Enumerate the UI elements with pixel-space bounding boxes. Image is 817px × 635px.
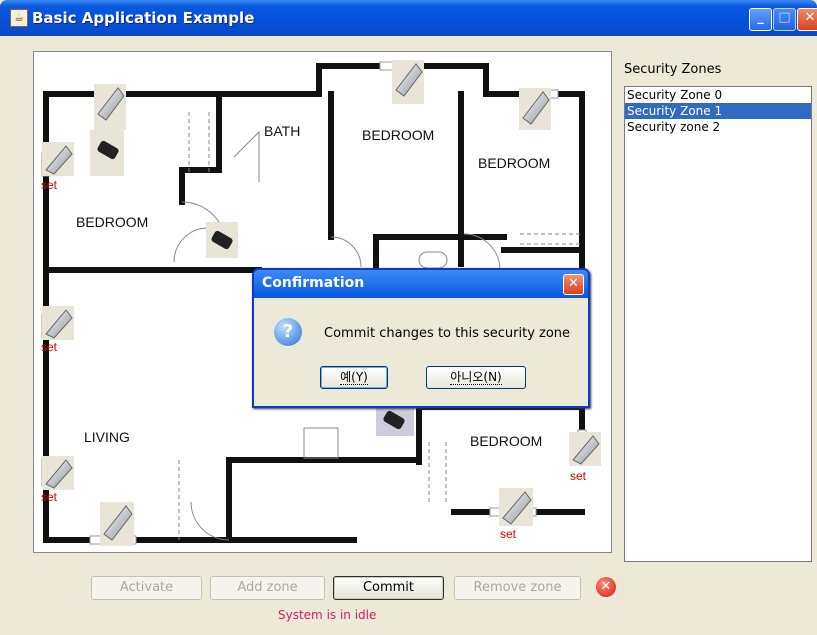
- minimize-icon: _: [757, 10, 764, 25]
- sensor-set-label: set: [41, 490, 58, 504]
- room-label-bedroom-3: BEDROOM: [76, 214, 148, 230]
- commit-button[interactable]: Commit: [333, 576, 444, 600]
- window-title: Basic Application Example: [32, 9, 255, 27]
- zone-item-2[interactable]: Security zone 2: [625, 119, 811, 135]
- yes-button[interactable]: 예(Y): [320, 366, 388, 389]
- close-window-button[interactable]: ✕: [797, 8, 817, 31]
- room-label-living: LIVING: [84, 429, 130, 445]
- status-text: System is in idle: [278, 608, 377, 622]
- dialog-message: Commit changes to this security zone: [324, 326, 571, 341]
- zone-item-1[interactable]: Security Zone 1: [625, 103, 811, 119]
- close-icon: ✕: [568, 276, 579, 291]
- security-zones-list[interactable]: Security Zone 0 Security Zone 1 Security…: [624, 86, 812, 562]
- add-zone-button[interactable]: Add zone: [210, 576, 325, 600]
- sensor-set-label: set: [570, 469, 587, 483]
- room-label-bath: BATH: [264, 123, 300, 139]
- dialog-titlebar: Confirmation ✕: [254, 270, 588, 298]
- dialog-close-button[interactable]: ✕: [563, 274, 584, 295]
- zone-item-0[interactable]: Security Zone 0: [625, 87, 811, 103]
- room-label-bedroom-4: BEDROOM: [470, 433, 542, 449]
- activate-button[interactable]: Activate: [91, 576, 202, 600]
- security-zones-label: Security Zones: [624, 62, 722, 77]
- sensor-set-label: set: [41, 178, 58, 192]
- no-button-label: 아니오(N): [450, 370, 502, 385]
- dialog-title: Confirmation: [262, 275, 365, 291]
- window-titlebar: ☕ Basic Application Example _ □ ✕: [0, 0, 817, 36]
- error-icon: ✕: [596, 577, 616, 597]
- minimize-button[interactable]: _: [749, 8, 772, 31]
- no-button[interactable]: 아니오(N): [426, 366, 526, 389]
- confirmation-dialog: Confirmation ✕ ? Commit changes to this …: [252, 268, 590, 408]
- maximize-icon: □: [778, 10, 791, 25]
- close-icon: ✕: [804, 10, 816, 25]
- question-icon: ?: [274, 318, 302, 346]
- sensor-set-label: set: [500, 527, 517, 541]
- sensor-set-label: set: [41, 340, 58, 354]
- room-label-bedroom-1: BEDROOM: [362, 127, 434, 143]
- yes-button-label: 예(Y): [340, 370, 368, 385]
- java-app-icon: ☕: [10, 9, 28, 27]
- remove-zone-button[interactable]: Remove zone: [454, 576, 581, 600]
- maximize-button[interactable]: □: [773, 8, 796, 31]
- room-label-bedroom-2: BEDROOM: [478, 155, 550, 171]
